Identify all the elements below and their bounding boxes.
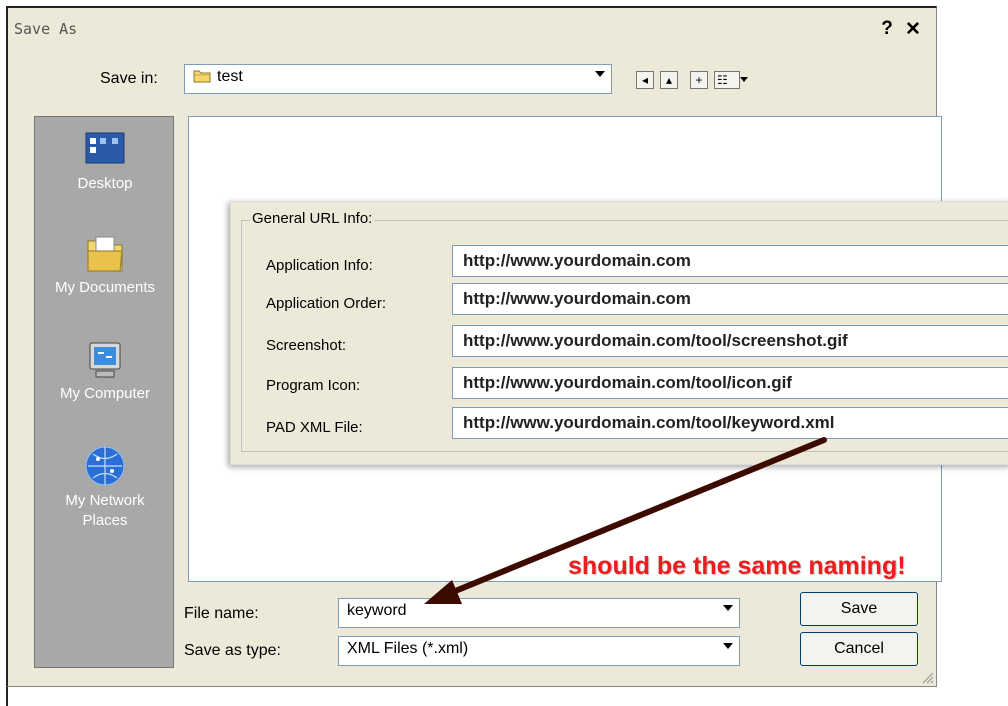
annotation-arrow [424,437,827,604]
annotation-text: should be the same naming! [568,552,906,580]
